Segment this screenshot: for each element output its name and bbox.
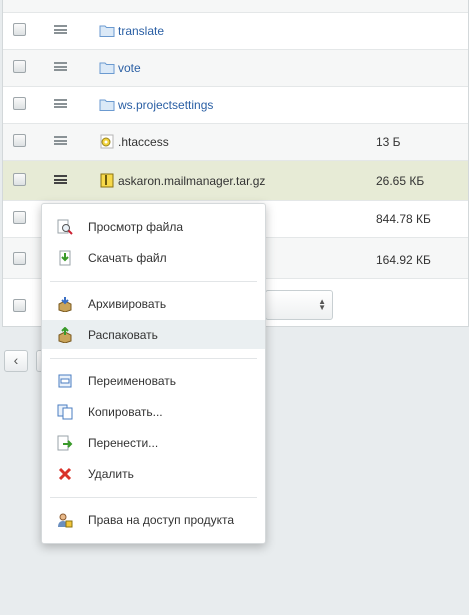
archive-icon [58,297,72,312]
file-size: 164.92 КБ [376,253,431,267]
menu-item-label: Права на доступ продукта [88,513,234,527]
table-row[interactable]: .htaccess 13 Б [3,124,468,161]
row-checkbox[interactable] [13,252,26,265]
download-icon [59,250,71,266]
unpack-icon [58,327,72,343]
folder-icon [99,99,115,111]
menu-item-move[interactable]: Перенести... [42,428,265,457]
menu-item-copy[interactable]: Копировать... [42,397,265,426]
folder-icon [99,62,115,74]
menu-separator [50,281,257,282]
select-arrows-icon: ▲ ▼ [318,297,326,312]
delete-icon [58,467,72,481]
menu-item-rename[interactable]: Переименовать [42,366,265,395]
file-size: 26.65 КБ [376,174,425,188]
menu-item-delete[interactable]: Удалить [42,459,265,488]
menu-item-archive[interactable]: Архивировать [42,289,265,318]
row-menu-icon[interactable] [54,99,67,108]
select-all-checkbox[interactable] [13,299,26,312]
menu-item-download[interactable]: Скачать файл [42,243,265,272]
folder-icon [99,0,115,1]
row-checkbox[interactable] [13,134,26,147]
file-name-link[interactable]: vote [118,61,141,75]
permissions-icon [58,513,73,528]
action-select[interactable]: ▲ ▼ [265,290,333,320]
menu-item-view-file[interactable]: Просмотр файла [42,212,265,241]
row-checkbox[interactable] [13,60,26,73]
menu-item-label: Переименовать [88,374,176,388]
gear-file-icon [100,134,114,149]
file-name[interactable]: .htaccess [118,135,169,149]
menu-separator [50,497,257,498]
menu-separator [50,358,257,359]
table-row[interactable]: ws.projectsettings [3,87,468,124]
table-row[interactable]: translate [3,13,468,50]
file-name-link[interactable]: ws.projectsettings [118,98,213,112]
row-menu-icon[interactable] [54,175,67,184]
menu-item-label: Просмотр файла [88,220,184,234]
file-name-link[interactable]: translate [118,24,164,38]
pager-prev-button[interactable]: ‹ [4,350,28,372]
menu-item-label: Архивировать [88,297,167,311]
menu-item-label: Распаковать [88,328,158,342]
row-menu-icon[interactable] [54,25,67,34]
copy-icon [57,404,73,420]
row-checkbox[interactable] [13,211,26,224]
table-row[interactable]: vote [3,50,468,87]
archive-file-icon [100,173,114,188]
menu-item-unpack[interactable]: Распаковать [42,320,265,349]
table-row-selected[interactable]: askaron.mailmanager.tar.gz 26.65 КБ [3,161,468,201]
move-icon [57,435,73,451]
rename-icon [58,374,72,388]
file-name[interactable]: askaron.mailmanager.tar.gz [118,174,265,188]
file-size: 13 Б [376,135,401,149]
row-checkbox[interactable] [13,23,26,36]
file-size: 844.78 КБ [376,212,431,226]
context-menu: Просмотр файла Скачать файл Архивировать… [41,203,266,544]
table-row[interactable] [3,0,468,13]
row-menu-icon[interactable] [54,136,67,145]
menu-item-label: Скачать файл [88,251,167,265]
menu-item-label: Копировать... [88,405,163,419]
folder-icon [99,25,115,37]
menu-item-label: Удалить [88,467,134,481]
menu-item-label: Перенести... [88,436,159,450]
row-checkbox[interactable] [13,97,26,110]
view-file-icon [57,219,73,235]
row-checkbox[interactable] [13,173,26,186]
row-menu-icon[interactable] [54,62,67,71]
menu-item-permissions[interactable]: Права на доступ продукта [42,505,265,534]
